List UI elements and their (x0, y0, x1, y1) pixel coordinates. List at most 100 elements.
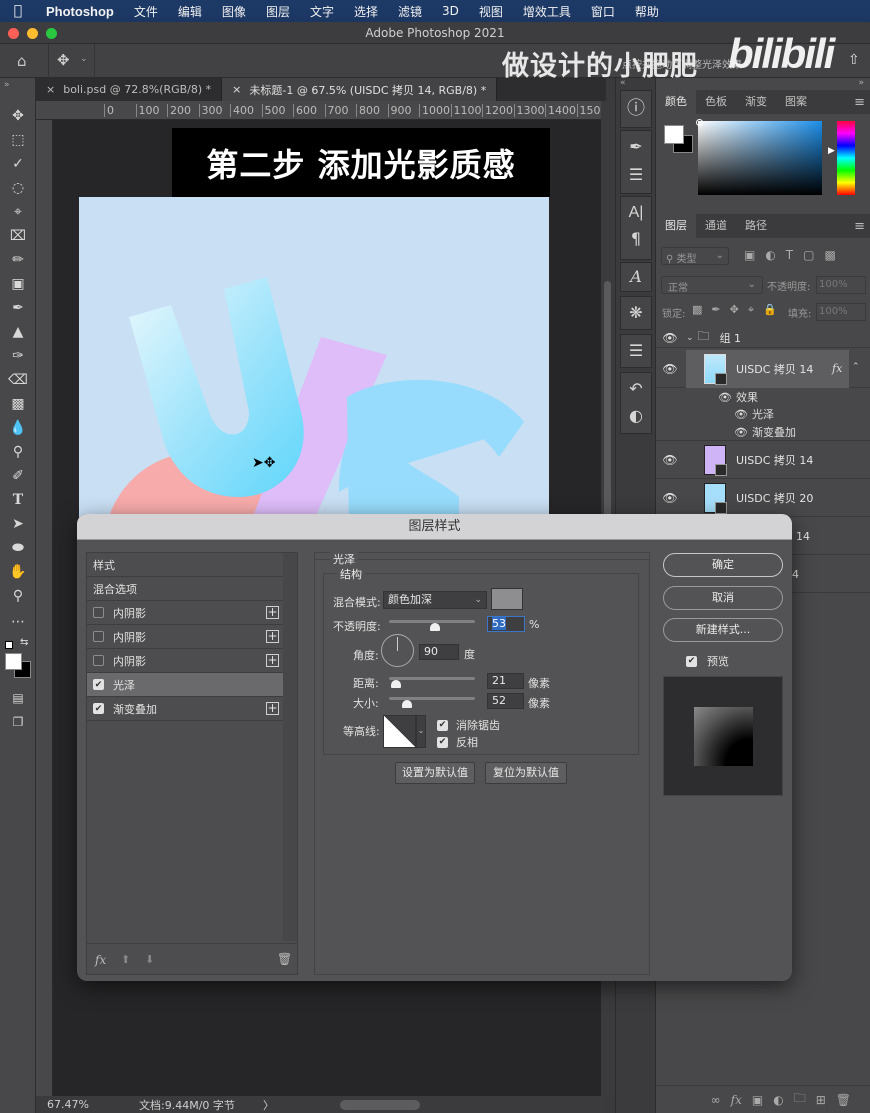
move-up-icon[interactable]: ⬆ (121, 953, 130, 966)
new-style-button[interactable]: 新建样式... (663, 618, 783, 642)
new-layer-icon[interactable]: ⊞ (816, 1093, 826, 1107)
swap-colors-icon[interactable]: ⇆ (20, 637, 28, 648)
eraser-tool-icon[interactable]: ⌫ (6, 370, 30, 390)
visibility-eye-icon[interactable]: 👁 (656, 362, 684, 376)
collapse-panels-icon[interactable]: » (858, 78, 864, 88)
new-adjustment-icon[interactable]: ◐ (773, 1093, 783, 1107)
add-style-plus-icon[interactable]: + (266, 654, 279, 667)
effect-eye-icon[interactable]: 👁 (734, 408, 748, 421)
zoom-level[interactable]: 67.47% (47, 1098, 127, 1111)
hue-slider-thumb[interactable]: ▶ (828, 146, 835, 156)
move-down-icon[interactable]: ⬇ (145, 953, 154, 966)
menu-3d[interactable]: 3D (432, 4, 469, 18)
quick-mask-icon[interactable]: ▤ (6, 688, 30, 708)
brush-tool-icon[interactable]: ✒ (6, 298, 30, 318)
visibility-eye-icon[interactable]: 👁 (656, 453, 684, 467)
satin-color-swatch[interactable] (491, 588, 523, 610)
opacity-slider-thumb[interactable] (429, 623, 440, 631)
apple-icon[interactable]:  (0, 3, 36, 19)
fx-icon[interactable]: fx (832, 362, 842, 375)
layer-blend-mode-select[interactable]: 正常 ⌄ (661, 276, 763, 294)
color-picker-cursor[interactable] (696, 119, 703, 126)
horizontal-scroll-thumb[interactable] (340, 1099, 420, 1110)
style-checkbox[interactable] (93, 607, 104, 618)
link-layers-icon[interactable]: ∞ (711, 1093, 721, 1107)
add-style-plus-icon[interactable]: + (266, 702, 279, 715)
more-tools-icon[interactable]: ⋯ (6, 612, 30, 632)
move-tool-icon[interactable]: ✥ (57, 51, 70, 69)
style-checkbox[interactable] (93, 655, 104, 666)
artboard[interactable] (79, 197, 549, 527)
distance-input[interactable]: 21 (487, 673, 524, 689)
layer-fill-input[interactable]: 100% (816, 303, 866, 321)
gradient-tool-icon[interactable]: ▩ (6, 394, 30, 414)
healing-brush-tool-icon[interactable]: ▣ (6, 274, 30, 294)
styles-header[interactable]: 样式 (87, 553, 283, 577)
tab-gradients[interactable]: 渐变 (736, 90, 776, 114)
paragraph-icon[interactable]: ¶ (622, 226, 650, 252)
menu-app-photoshop[interactable]: Photoshop (36, 4, 124, 19)
size-input[interactable]: 52 (487, 693, 524, 709)
tab-color[interactable]: 颜色 (656, 90, 696, 114)
delete-layer-icon[interactable]: 🗑 (836, 1093, 851, 1107)
close-tab-icon[interactable]: × (232, 83, 241, 96)
lasso-tool-icon[interactable]: ✓ (6, 154, 30, 174)
cancel-button[interactable]: 取消 (663, 586, 783, 610)
doc-tab-untitled[interactable]: × 未标题-1 @ 67.5% (UISDC 拷贝 14, RGB/8) * (222, 78, 498, 101)
angle-input[interactable]: 90 (419, 644, 459, 660)
info-icon[interactable]: ⓘ (622, 96, 650, 122)
layer-row[interactable]: 👁 UISDC 拷贝 20 (656, 480, 870, 517)
preview-checkbox[interactable]: ✔ 预览 (686, 653, 729, 669)
hand-tool-icon[interactable]: ✋ (6, 562, 30, 582)
reset-default-button[interactable]: 复位为默认值 (485, 762, 567, 784)
home-icon[interactable]: ⌂ (17, 52, 27, 70)
menu-edit[interactable]: 编辑 (168, 3, 212, 20)
style-item-gradient-overlay[interactable]: ✔ 渐变叠加 + (87, 697, 283, 721)
path-select-tool-icon[interactable]: ➤ (6, 514, 30, 534)
layer-row-selected[interactable]: 👁 UISDC 拷贝 14 fx ⌃ (656, 350, 870, 388)
add-style-plus-icon[interactable]: + (266, 630, 279, 643)
visibility-eye-icon[interactable]: 👁 (656, 491, 684, 505)
layer-group-row[interactable]: 👁 ⌄ 🗀 组 1 (656, 328, 870, 348)
menu-type[interactable]: 文字 (300, 3, 344, 20)
scroll-thumb[interactable] (604, 281, 611, 521)
antialias-check[interactable]: ✔ (437, 719, 448, 731)
panel-menu-icon[interactable]: ≡ (854, 95, 865, 110)
adjustments-icon[interactable]: ☰ (622, 338, 650, 364)
eyedropper-tool-icon[interactable]: ✏ (6, 250, 30, 270)
style-item-inner-shadow[interactable]: 内阴影 + (87, 649, 283, 673)
menu-view[interactable]: 视图 (469, 3, 513, 20)
opacity-input[interactable]: 53 (487, 616, 525, 632)
zoom-tool-icon[interactable]: ⚲ (6, 586, 30, 606)
tab-patterns[interactable]: 图案 (776, 90, 816, 114)
menu-file[interactable]: 文件 (124, 3, 168, 20)
collapse-strip-icon[interactable]: « (620, 78, 626, 88)
glyphs-icon[interactable]: A (622, 264, 650, 290)
collapse-effects-icon[interactable]: ⌃ (852, 362, 860, 372)
layer-filter-icons[interactable]: ▣◐T▢▩ (744, 248, 846, 262)
marquee-tool-icon[interactable]: ⬚ (6, 130, 30, 150)
tab-paths[interactable]: 路径 (736, 214, 776, 238)
layer-filter-select[interactable]: ⚲ 类型 ⌄ (661, 247, 729, 265)
fg-color-swatch[interactable] (664, 125, 684, 144)
style-item-satin[interactable]: ✔ 光泽 (87, 673, 283, 697)
angle-dial[interactable] (381, 634, 414, 667)
menu-layer[interactable]: 图层 (256, 3, 300, 20)
add-style-icon[interactable]: fx (731, 1093, 742, 1107)
type-tool-icon[interactable]: T (6, 490, 30, 510)
invert-checkbox[interactable]: ✔ 反相 (437, 734, 478, 750)
antialias-checkbox[interactable]: ✔ 消除锯齿 (437, 717, 500, 733)
expand-toolbox-icon[interactable]: » (4, 80, 10, 90)
contour-dropdown-icon[interactable]: ⌄ (416, 715, 426, 748)
size-slider-track[interactable] (389, 697, 475, 700)
style-item-inner-shadow[interactable]: 内阴影 + (87, 625, 283, 649)
default-colors-icon[interactable] (5, 641, 13, 649)
brush-presets-icon[interactable]: ☰ (622, 162, 650, 188)
style-checkbox[interactable] (93, 631, 104, 642)
dodge-tool-icon[interactable]: ⚲ (6, 442, 30, 462)
frame-tool-icon[interactable]: ⌧ (6, 226, 30, 246)
hue-slider[interactable] (837, 121, 855, 195)
menu-image[interactable]: 图像 (212, 3, 256, 20)
invert-check[interactable]: ✔ (437, 736, 448, 748)
layer-row[interactable]: 👁 UISDC 拷贝 14 (656, 442, 870, 479)
